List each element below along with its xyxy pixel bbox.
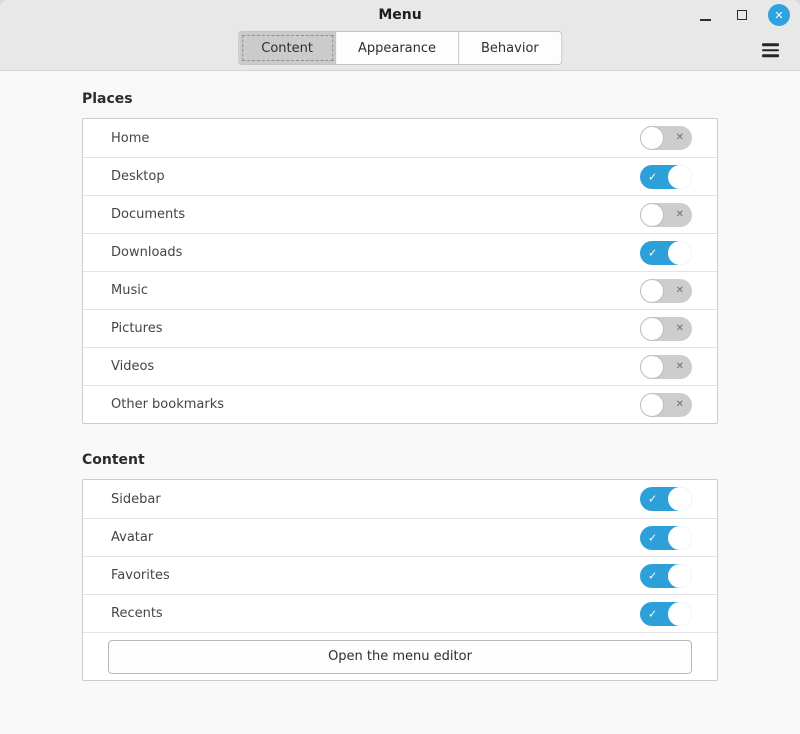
- maximize-button[interactable]: [731, 4, 753, 26]
- toggle-videos[interactable]: ✓ ✕: [640, 355, 692, 379]
- titlebar: Menu ✕: [0, 0, 800, 30]
- toggle-home[interactable]: ✓ ✕: [640, 126, 692, 150]
- check-icon: ✓: [648, 608, 657, 619]
- cross-icon: ✕: [676, 286, 684, 296]
- row-label: Sidebar: [111, 492, 161, 507]
- toggle-knob: [668, 602, 692, 626]
- list-item-sidebar: Sidebar ✓ ✕: [83, 480, 717, 518]
- tab-behavior-label: Behavior: [481, 41, 539, 56]
- toggle-documents[interactable]: ✓ ✕: [640, 203, 692, 227]
- cross-icon: ✕: [676, 133, 684, 143]
- toggle-knob: [640, 126, 664, 150]
- row-label: Pictures: [111, 321, 162, 336]
- toggle-music[interactable]: ✓ ✕: [640, 279, 692, 303]
- list-item-avatar: Avatar ✓ ✕: [83, 518, 717, 556]
- open-menu-editor-button[interactable]: Open the menu editor: [108, 640, 692, 674]
- list-item-music: Music ✓ ✕: [83, 271, 717, 309]
- window-controls: ✕: [694, 0, 790, 30]
- row-label: Other bookmarks: [111, 397, 224, 412]
- row-label: Recents: [111, 606, 163, 621]
- tab-behavior[interactable]: Behavior: [459, 32, 561, 64]
- places-list: Home ✓ ✕ Desktop ✓ ✕ Documents ✓: [82, 118, 718, 424]
- footer-row: Open the menu editor: [83, 632, 717, 680]
- toggle-knob: [640, 203, 664, 227]
- toggle-knob: [668, 564, 692, 588]
- tab-group: Content Appearance Behavior: [238, 31, 562, 65]
- list-item-recents: Recents ✓ ✕: [83, 594, 717, 632]
- window-title: Menu: [378, 7, 421, 23]
- toggle-knob: [668, 487, 692, 511]
- toggle-knob: [640, 317, 664, 341]
- header-bar: Menu ✕ Content Appearance: [0, 0, 800, 71]
- row-label: Avatar: [111, 530, 153, 545]
- minimize-icon: [700, 19, 711, 21]
- toggle-avatar[interactable]: ✓ ✕: [640, 526, 692, 550]
- toggle-knob: [668, 241, 692, 265]
- toggle-favorites[interactable]: ✓ ✕: [640, 564, 692, 588]
- list-item-documents: Documents ✓ ✕: [83, 195, 717, 233]
- cross-icon: ✕: [676, 210, 684, 220]
- hamburger-icon: [762, 43, 779, 46]
- check-icon: ✓: [648, 494, 657, 505]
- settings-window: Menu ✕ Content Appearance: [0, 0, 800, 734]
- row-label: Favorites: [111, 568, 170, 583]
- check-icon: ✓: [648, 247, 657, 258]
- row-label: Music: [111, 283, 148, 298]
- row-label: Documents: [111, 207, 185, 222]
- list-item-videos: Videos ✓ ✕: [83, 347, 717, 385]
- tab-content[interactable]: Content: [239, 32, 336, 64]
- toggle-other-bookmarks[interactable]: ✓ ✕: [640, 393, 692, 417]
- list-item-favorites: Favorites ✓ ✕: [83, 556, 717, 594]
- toggle-knob: [640, 279, 664, 303]
- toggle-sidebar[interactable]: ✓ ✕: [640, 487, 692, 511]
- tab-row: Content Appearance Behavior: [0, 30, 800, 70]
- list-item-other-bookmarks: Other bookmarks ✓ ✕: [83, 385, 717, 423]
- close-button[interactable]: ✕: [768, 4, 790, 26]
- cross-icon: ✕: [676, 362, 684, 372]
- tab-appearance-label: Appearance: [358, 41, 436, 56]
- row-label: Videos: [111, 359, 154, 374]
- row-label: Desktop: [111, 169, 165, 184]
- toggle-knob: [668, 165, 692, 189]
- cross-icon: ✕: [676, 400, 684, 410]
- cross-icon: ✕: [676, 324, 684, 334]
- menu-button[interactable]: [758, 39, 783, 61]
- content-list: Sidebar ✓ ✕ Avatar ✓ ✕ Favorites ✓: [82, 479, 718, 681]
- list-item-home: Home ✓ ✕: [83, 119, 717, 157]
- toggle-pictures[interactable]: ✓ ✕: [640, 317, 692, 341]
- toggle-knob: [640, 355, 664, 379]
- check-icon: ✓: [648, 532, 657, 543]
- maximize-icon: [737, 10, 747, 20]
- section-title-content: Content: [82, 452, 718, 469]
- toggle-desktop[interactable]: ✓ ✕: [640, 165, 692, 189]
- list-item-downloads: Downloads ✓ ✕: [83, 233, 717, 271]
- list-item-desktop: Desktop ✓ ✕: [83, 157, 717, 195]
- toggle-knob: [668, 526, 692, 550]
- tab-content-label: Content: [261, 41, 313, 56]
- check-icon: ✓: [648, 171, 657, 182]
- list-item-pictures: Pictures ✓ ✕: [83, 309, 717, 347]
- toggle-downloads[interactable]: ✓ ✕: [640, 241, 692, 265]
- main-content: Places Home ✓ ✕ Desktop ✓ ✕ Docume: [0, 91, 800, 681]
- section-title-places: Places: [82, 91, 718, 108]
- close-icon: ✕: [774, 10, 783, 21]
- toggle-recents[interactable]: ✓ ✕: [640, 602, 692, 626]
- check-icon: ✓: [648, 570, 657, 581]
- tab-appearance[interactable]: Appearance: [336, 32, 459, 64]
- toggle-knob: [640, 393, 664, 417]
- row-label: Downloads: [111, 245, 182, 260]
- minimize-button[interactable]: [694, 4, 716, 26]
- row-label: Home: [111, 131, 149, 146]
